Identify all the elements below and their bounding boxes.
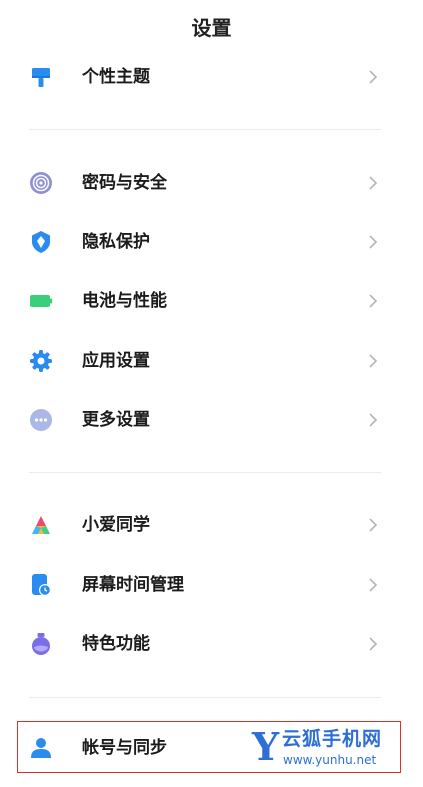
xiaoai-icon	[32, 516, 50, 534]
settings-item-label: 电池与性能	[82, 291, 167, 311]
fingerprint-icon	[30, 172, 52, 194]
chevron-right-icon	[369, 578, 378, 592]
battery-icon	[30, 295, 53, 307]
chevron-right-icon	[369, 70, 378, 84]
watermark: Y 云狐手机网 www.yunhu.net	[252, 724, 402, 772]
settings-item-screen-time[interactable]: 屏幕时间管理	[0, 557, 423, 613]
settings-item-theme[interactable]: 个性主题	[0, 49, 423, 105]
theme-brush-icon	[32, 68, 50, 87]
chevron-right-icon	[369, 413, 378, 427]
settings-item-label: 隐私保护	[82, 232, 150, 252]
settings-item-label: 屏幕时间管理	[82, 575, 184, 595]
chevron-right-icon	[369, 354, 378, 368]
app-gear-icon	[30, 350, 52, 372]
settings-item-label: 更多设置	[82, 410, 150, 430]
chevron-right-icon	[369, 176, 378, 190]
watermark-url: www.yunhu.net	[283, 753, 377, 767]
watermark-logo: Y	[252, 724, 280, 769]
settings-item-xiaoai[interactable]: 小爱同学	[0, 497, 423, 553]
settings-item-password-security[interactable]: 密码与安全	[0, 155, 423, 211]
settings-item-more-settings[interactable]: 更多设置	[0, 392, 423, 448]
chevron-right-icon	[369, 518, 378, 532]
settings-item-label: 小爱同学	[82, 515, 150, 535]
settings-item-app-settings[interactable]: 应用设置	[0, 333, 423, 389]
settings-item-label: 特色功能	[82, 634, 150, 654]
settings-item-privacy[interactable]: 隐私保护	[0, 214, 423, 270]
settings-item-battery[interactable]: 电池与性能	[0, 273, 423, 329]
settings-item-label: 个性主题	[82, 67, 150, 87]
features-flask-icon	[32, 633, 50, 655]
screen-time-icon	[32, 574, 51, 596]
more-dots-icon	[30, 409, 52, 431]
settings-item-features[interactable]: 特色功能	[0, 616, 423, 672]
chevron-right-icon	[369, 235, 378, 249]
divider	[29, 697, 381, 698]
page-title: 设置	[191, 16, 232, 40]
chevron-right-icon	[369, 637, 378, 651]
settings-item-label: 应用设置	[82, 351, 150, 371]
divider	[29, 472, 381, 473]
settings-item-label: 密码与安全	[82, 173, 167, 193]
privacy-shield-icon	[32, 231, 50, 253]
chevron-right-icon	[369, 294, 378, 308]
divider	[29, 129, 381, 130]
watermark-name: 云狐手机网	[282, 728, 383, 750]
